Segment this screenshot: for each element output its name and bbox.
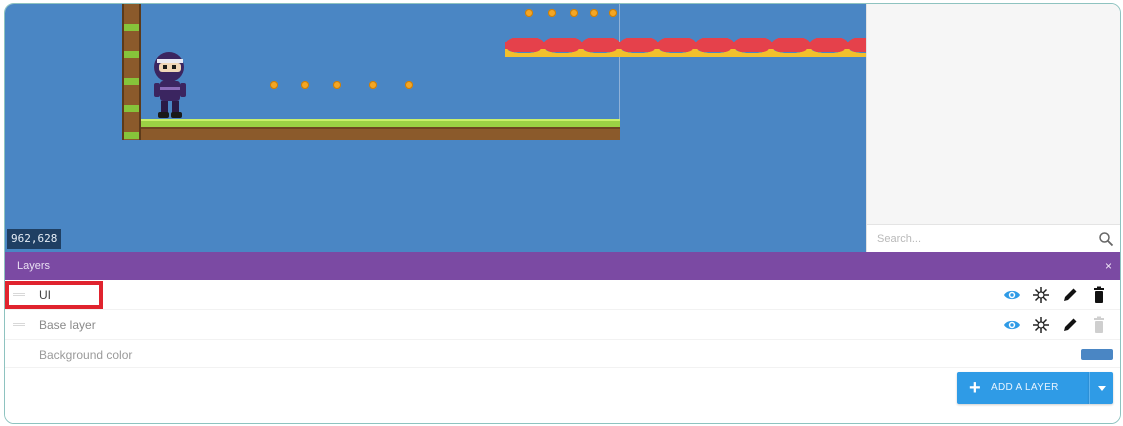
cursor-coordinates: 962,628	[7, 229, 62, 249]
objects-panel	[866, 4, 1120, 252]
trash-icon	[1090, 316, 1108, 334]
layer-name[interactable]: UI	[39, 288, 51, 302]
layer-row-ui[interactable]: UI	[5, 280, 1120, 310]
pencil-icon[interactable]	[1061, 286, 1079, 304]
eye-icon[interactable]	[1003, 316, 1021, 334]
coin-object[interactable]	[405, 81, 413, 89]
add-layer-label: ADD A LAYER	[991, 382, 1059, 393]
coin-object[interactable]	[369, 81, 377, 89]
coin-object[interactable]	[609, 9, 617, 17]
search-icon[interactable]	[1098, 231, 1114, 247]
scene-boundary	[619, 4, 620, 137]
pencil-icon[interactable]	[1061, 316, 1079, 334]
background-color-row: Background color	[5, 340, 1120, 368]
coin-object[interactable]	[570, 9, 578, 17]
background-color-swatch[interactable]	[1081, 349, 1113, 360]
grass-pillar-object[interactable]	[122, 4, 141, 140]
coin-object[interactable]	[525, 9, 533, 17]
chevron-down-icon[interactable]	[1089, 372, 1113, 404]
editor-window: 962,628 Layers × UI	[4, 3, 1121, 424]
drag-handle-icon[interactable]	[13, 323, 25, 326]
layers-panel-title: Layers	[17, 260, 51, 272]
plus-icon: +	[969, 377, 981, 399]
coin-object[interactable]	[548, 9, 556, 17]
background-color-label: Background color	[39, 348, 133, 362]
layers-empty-area	[5, 368, 1120, 423]
layers-panel-header: Layers ×	[5, 252, 1120, 280]
search-bar	[867, 224, 1120, 252]
coin-object[interactable]	[270, 81, 278, 89]
close-icon[interactable]: ×	[1105, 252, 1112, 280]
ground-platform-object[interactable]	[141, 119, 620, 140]
lava-rim	[505, 49, 866, 57]
coin-object[interactable]	[590, 9, 598, 17]
coin-object[interactable]	[301, 81, 309, 89]
eye-icon[interactable]	[1003, 286, 1021, 304]
coin-object[interactable]	[333, 81, 341, 89]
sparkle-icon[interactable]	[1032, 316, 1050, 334]
add-layer-button[interactable]: + ADD A LAYER	[957, 372, 1089, 404]
layer-row-base[interactable]: Base layer	[5, 310, 1120, 340]
search-input[interactable]	[877, 229, 1077, 249]
trash-icon[interactable]	[1090, 286, 1108, 304]
sparkle-icon[interactable]	[1032, 286, 1050, 304]
layer-name[interactable]: Base layer	[39, 318, 96, 332]
scene-canvas[interactable]: 962,628	[5, 4, 866, 252]
ninja-player-object[interactable]	[151, 49, 189, 119]
drag-handle-icon[interactable]	[13, 293, 25, 296]
